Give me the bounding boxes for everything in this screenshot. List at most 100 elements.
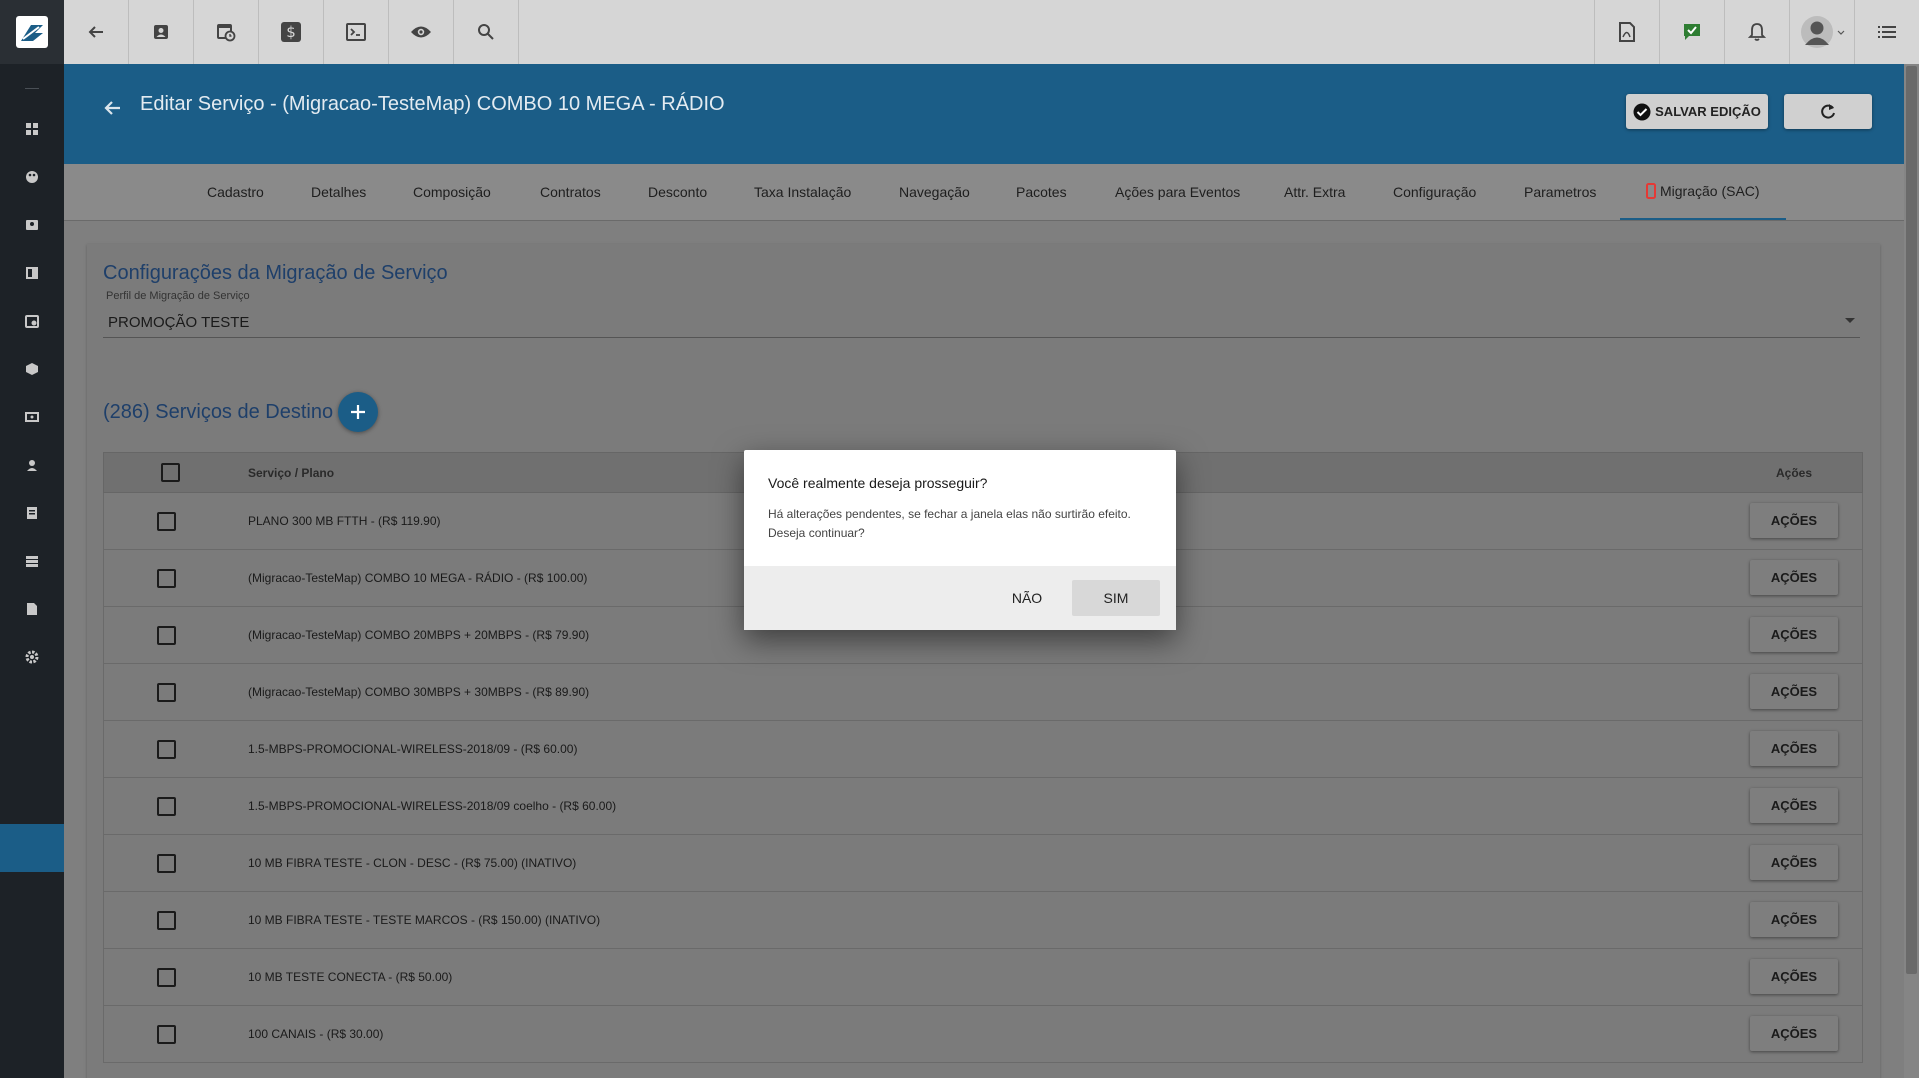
bell-icon[interactable] xyxy=(1724,0,1789,64)
perfil-field-label: Perfil de Migração de Serviço xyxy=(106,290,250,302)
service-name: 1.5-MBPS-PROMOCIONAL-WIRELESS-2018/09 - … xyxy=(248,742,578,756)
tab-detalhes[interactable]: Detalhes xyxy=(311,164,366,220)
acoes-button[interactable]: AÇÕES xyxy=(1750,617,1838,652)
document-icon[interactable] xyxy=(0,489,64,537)
row-checkbox[interactable] xyxy=(157,740,176,759)
dialog-footer: NÃO SIM xyxy=(744,566,1176,630)
service-name: 10 MB FIBRA TESTE - TESTE MARCOS - (R$ 1… xyxy=(248,913,601,927)
tab-migracao-sac-label: Migração (SAC) xyxy=(1660,183,1760,199)
service-name: 10 MB TESTE CONECTA - (R$ 50.00) xyxy=(248,970,453,984)
page-header: Editar Serviço - (Migracao-TesteMap) COM… xyxy=(64,64,1904,164)
select-all-checkbox[interactable] xyxy=(161,463,180,482)
check-circle-icon xyxy=(1633,103,1651,120)
acoes-button[interactable]: AÇÕES xyxy=(1750,560,1838,595)
tab-taxa-instalacao[interactable]: Taxa Instalação xyxy=(754,164,851,220)
save-edit-label: SALVAR EDIÇÃO xyxy=(1655,104,1761,119)
terminal-icon[interactable] xyxy=(324,0,389,64)
gear-icon[interactable] xyxy=(0,633,64,681)
tab-navegacao[interactable]: Navegação xyxy=(899,164,970,220)
service-name: (Migracao-TesteMap) COMBO 10 MEGA - RÁDI… xyxy=(248,571,588,585)
column-header-acoes: Ações xyxy=(1776,466,1813,480)
tab-configuracao[interactable]: Configuração xyxy=(1393,164,1476,220)
eye-icon[interactable] xyxy=(389,0,454,64)
add-destination-button[interactable] xyxy=(338,392,378,432)
palette-icon[interactable] xyxy=(0,153,64,201)
table-row: 100 CANAIS - (R$ 30.00) AÇÕES xyxy=(103,1006,1863,1063)
tab-cadastro[interactable]: Cadastro xyxy=(207,164,264,220)
row-checkbox[interactable] xyxy=(157,968,176,987)
acoes-button[interactable]: AÇÕES xyxy=(1750,731,1838,766)
tab-contratos[interactable]: Contratos xyxy=(540,164,601,220)
dollar-icon[interactable]: $ xyxy=(259,0,324,64)
tab-bar: Cadastro Detalhes Composição Contratos D… xyxy=(64,164,1904,221)
dialog-message: Há alterações pendentes, se fechar a jan… xyxy=(768,507,1131,540)
migration-config-card: Configurações da Migração de Serviço Per… xyxy=(87,244,1880,1078)
box-icon[interactable] xyxy=(0,345,64,393)
dialog-no-button[interactable]: NÃO xyxy=(990,580,1064,616)
money-icon[interactable] xyxy=(0,393,64,441)
tab-migracao-sac[interactable]: Migração (SAC) xyxy=(1620,164,1786,220)
dashboard-icon[interactable] xyxy=(0,105,64,153)
search-icon[interactable] xyxy=(454,0,519,64)
top-toolbar: $ xyxy=(64,0,1919,64)
refresh-button[interactable] xyxy=(1784,94,1872,129)
acoes-button[interactable]: AÇÕES xyxy=(1750,959,1838,994)
tab-parametros[interactable]: Parametros xyxy=(1524,164,1596,220)
acoes-button[interactable]: AÇÕES xyxy=(1750,674,1838,709)
contact-card-icon[interactable] xyxy=(129,0,194,64)
row-checkbox[interactable] xyxy=(157,569,176,588)
acoes-button[interactable]: AÇÕES xyxy=(1750,788,1838,823)
service-name: PLANO 300 MB FTTH - (R$ 119.90) xyxy=(248,514,441,528)
perfil-select[interactable]: PROMOÇÃO TESTE xyxy=(108,314,249,331)
calendar-icon[interactable] xyxy=(0,297,64,345)
list-menu-icon[interactable] xyxy=(1854,0,1919,64)
page-scrollbar-thumb[interactable] xyxy=(1906,66,1917,974)
calendar-clock-icon[interactable] xyxy=(194,0,259,64)
acoes-button[interactable]: AÇÕES xyxy=(1750,1016,1838,1051)
svg-text:$: $ xyxy=(286,23,296,41)
user-avatar[interactable] xyxy=(1789,0,1854,64)
row-checkbox[interactable] xyxy=(157,512,176,531)
server-icon[interactable] xyxy=(0,537,64,585)
tab-desconto[interactable]: Desconto xyxy=(648,164,707,220)
service-name: 1.5-MBPS-PROMOCIONAL-WIRELESS-2018/09 co… xyxy=(248,799,617,813)
page-title: Editar Serviço - (Migracao-TesteMap) COM… xyxy=(140,93,725,115)
pdf-icon[interactable] xyxy=(1594,0,1659,64)
app-logo[interactable] xyxy=(0,0,64,64)
row-checkbox[interactable] xyxy=(157,626,176,645)
table-row: 1.5-MBPS-PROMOCIONAL-WIRELESS-2018/09 co… xyxy=(103,778,1863,835)
service-name: 100 CANAIS - (R$ 30.00) xyxy=(248,1027,384,1041)
tab-composicao[interactable]: Composição xyxy=(413,164,491,220)
service-name: (Migracao-TesteMap) COMBO 20MBPS + 20MBP… xyxy=(248,628,590,642)
tab-acoes-eventos[interactable]: Ações para Eventos xyxy=(1115,164,1240,220)
acoes-button[interactable]: AÇÕES xyxy=(1750,902,1838,937)
confirm-dialog: Você realmente deseja prosseguir? Há alt… xyxy=(744,450,1176,630)
tab-pacotes[interactable]: Pacotes xyxy=(1016,164,1067,220)
board-icon[interactable] xyxy=(0,249,64,297)
table-row: 10 MB TESTE CONECTA - (R$ 50.00) AÇÕES xyxy=(103,949,1863,1006)
row-checkbox[interactable] xyxy=(157,683,176,702)
row-checkbox[interactable] xyxy=(157,1025,176,1044)
acoes-button[interactable]: AÇÕES xyxy=(1750,845,1838,880)
contact-icon[interactable] xyxy=(0,201,64,249)
acoes-button[interactable]: AÇÕES xyxy=(1750,503,1838,538)
table-row: 1.5-MBPS-PROMOCIONAL-WIRELESS-2018/09 - … xyxy=(103,721,1863,778)
row-checkbox[interactable] xyxy=(157,854,176,873)
left-sidebar xyxy=(0,0,64,1078)
file-icon[interactable] xyxy=(0,585,64,633)
back-arrow-icon[interactable] xyxy=(64,0,129,64)
row-checkbox[interactable] xyxy=(157,797,176,816)
back-arrow-icon[interactable] xyxy=(103,100,121,116)
service-name: 10 MB FIBRA TESTE - CLON - DESC - (R$ 75… xyxy=(248,856,577,870)
save-edit-button[interactable]: SALVAR EDIÇÃO xyxy=(1626,94,1768,129)
refresh-icon xyxy=(1821,103,1835,119)
destinos-section-title: (286) Serviços de Destino xyxy=(103,401,334,423)
perfil-underline xyxy=(103,337,1860,338)
chat-check-icon[interactable] xyxy=(1659,0,1724,64)
dialog-yes-button[interactable]: SIM xyxy=(1072,580,1160,616)
sidebar-active-item[interactable] xyxy=(0,824,64,872)
chevron-down-icon[interactable] xyxy=(1845,318,1855,323)
tab-attr-extra[interactable]: Attr. Extra xyxy=(1284,164,1345,220)
person-pin-icon[interactable] xyxy=(0,441,64,489)
row-checkbox[interactable] xyxy=(157,911,176,930)
